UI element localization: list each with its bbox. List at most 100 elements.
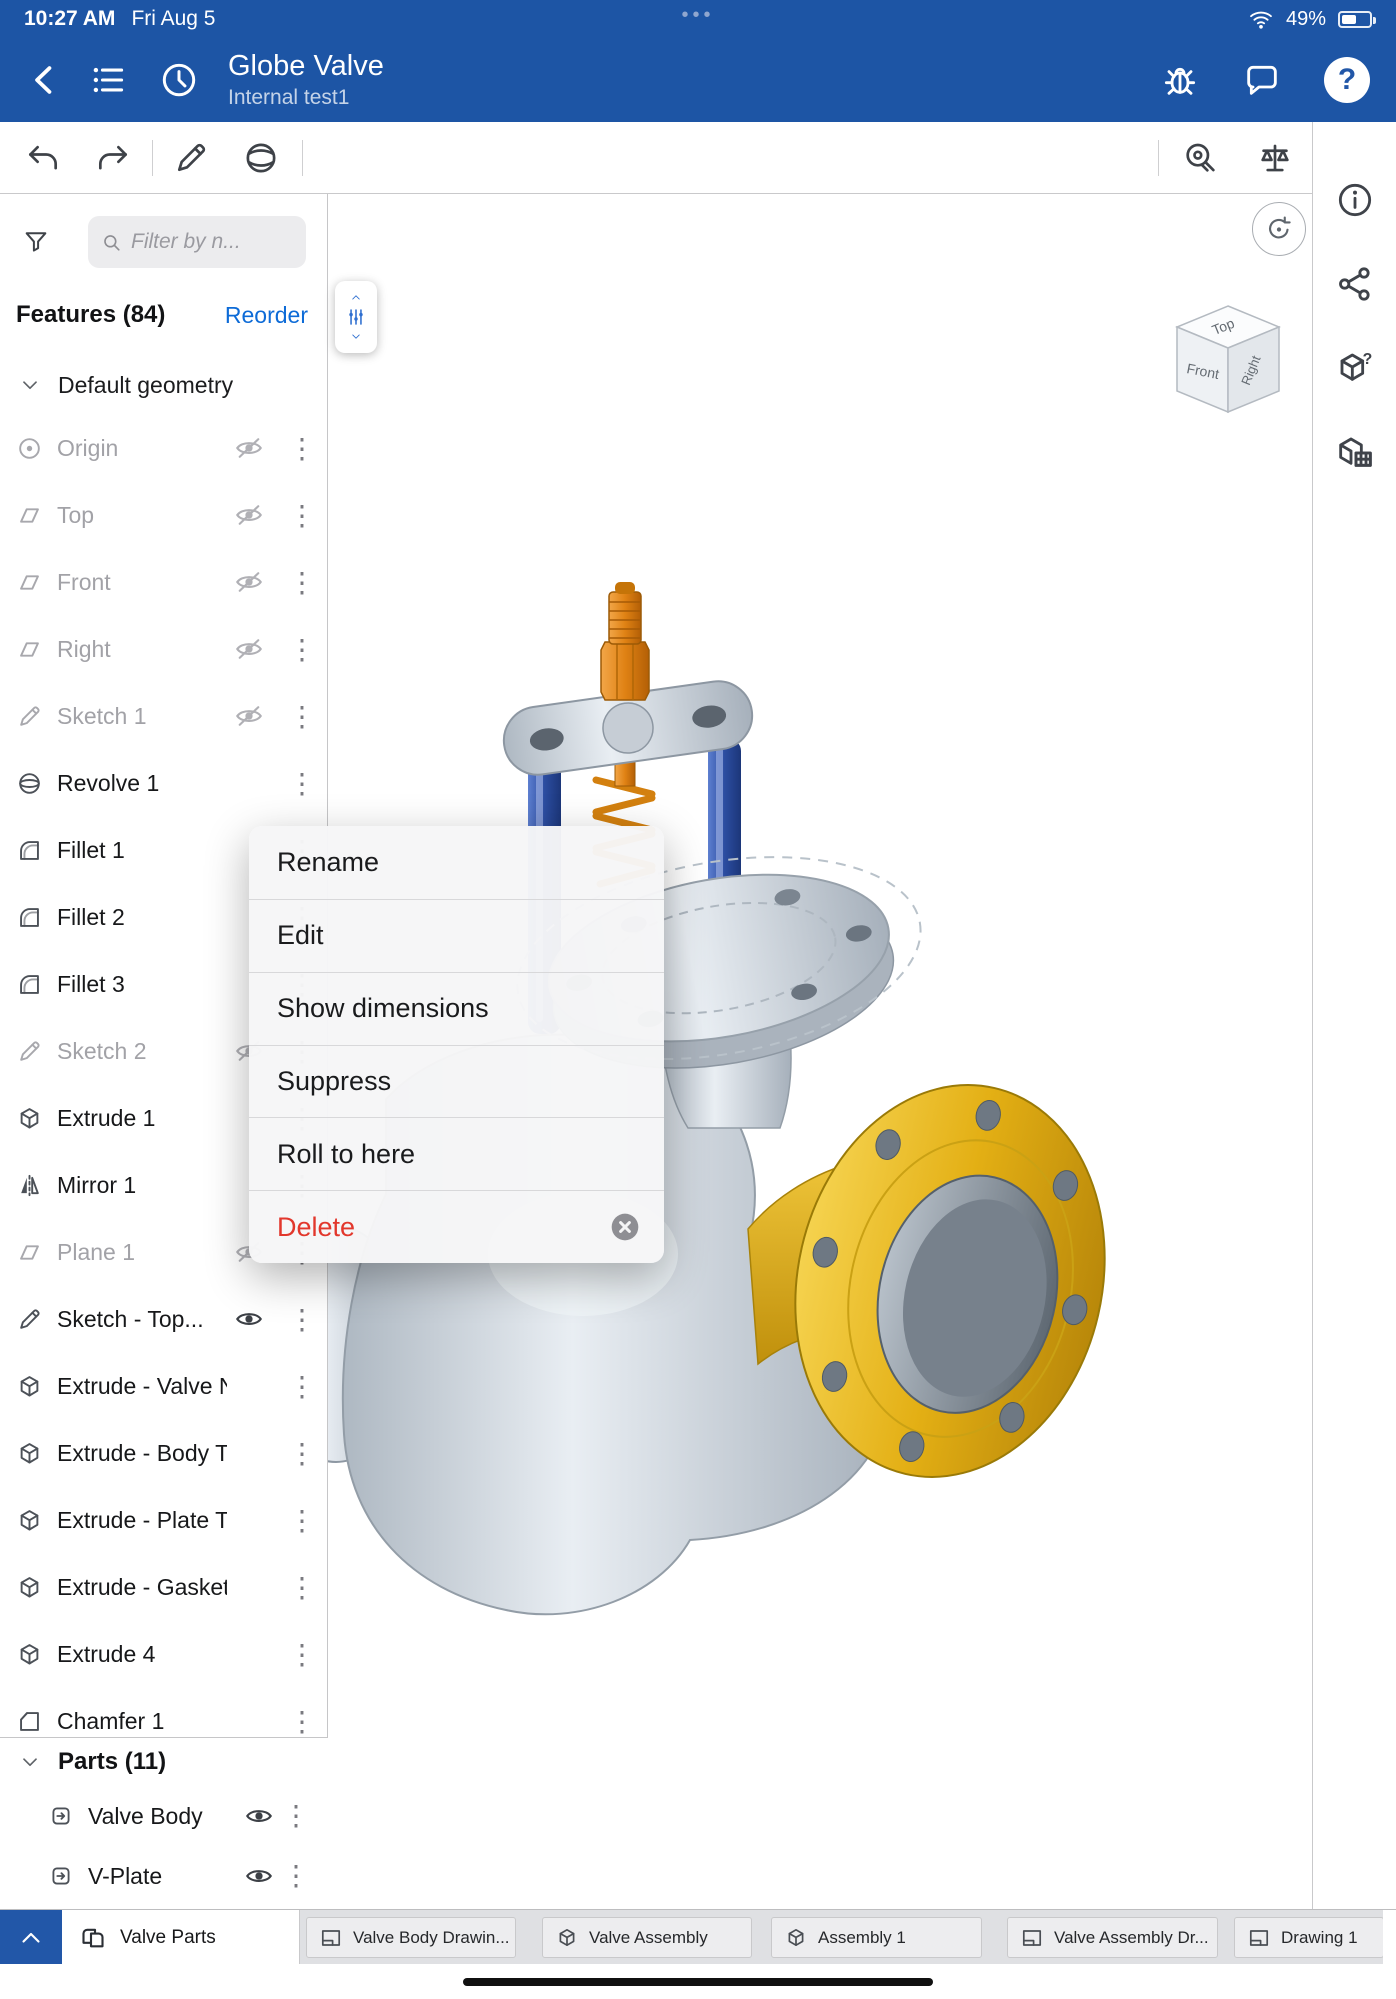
kebab-menu-icon[interactable]: ⋮ [288, 1440, 308, 1468]
view-cube[interactable]: Top Front Right [1163, 300, 1293, 425]
tab-overflow-button[interactable] [0, 1910, 62, 1965]
feature-item-label: Extrude - Valve N... [57, 1373, 227, 1400]
menu-item-edit[interactable]: Edit [249, 899, 664, 972]
kebab-menu-icon[interactable]: ⋮ [288, 569, 308, 597]
feature-item-label: Extrude - Gasket [57, 1574, 227, 1601]
feature-item[interactable]: Extrude - Plate To... ⋮ [0, 1487, 328, 1554]
eye-hidden-icon[interactable] [234, 567, 264, 597]
kebab-menu-icon[interactable]: ⋮ [288, 502, 308, 530]
kebab-menu-icon[interactable]: ⋮ [282, 1802, 302, 1830]
rotate-lock-button[interactable] [1252, 202, 1306, 256]
feature-item[interactable]: Right ⋮ [0, 616, 328, 683]
feature-list-button[interactable] [86, 58, 130, 102]
chevron-down-icon[interactable] [348, 330, 364, 343]
measure-button[interactable] [1182, 139, 1220, 177]
feature-item[interactable]: Revolve 1⋮ [0, 750, 328, 817]
feature-item-label: Extrude - Plate To... [57, 1507, 227, 1534]
help-button[interactable]: ? [1324, 57, 1370, 103]
redo-button[interactable] [94, 139, 132, 177]
part-item[interactable]: Valve Body⋮ [0, 1786, 328, 1846]
menu-item-rename[interactable]: Rename [249, 826, 664, 899]
reorder-link[interactable]: Reorder [225, 302, 308, 329]
report-bug-button[interactable] [1160, 60, 1200, 100]
eye-hidden-icon[interactable] [234, 634, 264, 664]
menu-item-show-dimensions[interactable]: Show dimensions [249, 972, 664, 1045]
chamfer-icon [16, 1708, 43, 1735]
eye-visible-icon[interactable] [244, 1861, 274, 1891]
filter-input[interactable] [131, 230, 294, 254]
part-item[interactable]: V-Plate⋮ [0, 1846, 328, 1906]
resize-slider-icon[interactable] [345, 306, 367, 328]
menu-item-label: Roll to here [277, 1139, 415, 1170]
menu-item-label: Suppress [277, 1066, 391, 1097]
document-tab-label: Assembly 1 [818, 1928, 906, 1948]
sketch-tool-button[interactable] [172, 139, 210, 177]
document-tab[interactable]: Valve Assembly Dr... [1007, 1917, 1218, 1958]
kebab-menu-icon[interactable]: ⋮ [288, 1708, 308, 1736]
share-button[interactable] [1335, 264, 1375, 304]
eye-visible-icon[interactable] [244, 1801, 274, 1831]
home-indicator[interactable] [463, 1978, 933, 1986]
fillet-icon [16, 904, 43, 931]
comments-button[interactable] [1242, 60, 1282, 100]
kebab-menu-icon[interactable]: ⋮ [288, 435, 308, 463]
menu-item-label: Show dimensions [277, 993, 489, 1024]
kebab-menu-icon[interactable]: ⋮ [288, 1574, 308, 1602]
feature-item[interactable]: Origin⋮ [0, 415, 328, 482]
fillet-icon [16, 971, 43, 998]
learn-3d-button[interactable]: ? [1335, 348, 1375, 388]
feature-item-label: Fillet 1 [57, 837, 125, 864]
document-tab[interactable]: Assembly 1 [771, 1917, 982, 1958]
parts-table-button[interactable] [1335, 432, 1375, 472]
kebab-menu-icon[interactable]: ⋮ [282, 1862, 302, 1890]
compare-button[interactable] [1256, 139, 1294, 177]
document-tab[interactable]: Valve Assembly [542, 1917, 752, 1958]
ellipsis-indicator-icon: ••• [0, 4, 1396, 27]
eye-hidden-icon[interactable] [234, 433, 264, 463]
filter-searchbox[interactable] [88, 216, 306, 268]
info-button[interactable] [1335, 180, 1375, 220]
default-geometry-group[interactable]: Default geometry [0, 358, 328, 412]
menu-item-suppress[interactable]: Suppress [249, 1045, 664, 1118]
kebab-menu-icon[interactable]: ⋮ [288, 636, 308, 664]
part-icon [48, 1803, 74, 1829]
filter-icon[interactable] [22, 227, 50, 255]
kebab-menu-icon[interactable]: ⋮ [288, 770, 308, 798]
kebab-menu-icon[interactable]: ⋮ [288, 1373, 308, 1401]
feature-item[interactable]: Chamfer 1⋮ [0, 1688, 328, 1737]
feature-item[interactable]: Extrude - Body To...⋮ [0, 1420, 328, 1487]
parts-header[interactable]: Parts (11) [0, 1738, 328, 1786]
kebab-menu-icon[interactable]: ⋮ [288, 1641, 308, 1669]
menu-item-roll-to-here[interactable]: Roll to here [249, 1117, 664, 1190]
panel-resize-handle[interactable] [335, 281, 377, 353]
document-tab[interactable]: Drawing 1 [1234, 1917, 1384, 1958]
chevron-up-icon[interactable] [348, 291, 364, 304]
chevron-down-icon[interactable] [18, 373, 42, 397]
document-tab[interactable]: Valve Body Drawin... [306, 1917, 516, 1958]
feature-item-label: Front [57, 569, 111, 596]
feature-item-label: Right [57, 636, 111, 663]
feature-item-label: Sketch - Top... [57, 1306, 204, 1333]
version-history-button[interactable] [158, 59, 200, 101]
back-button[interactable] [26, 61, 64, 99]
battery-icon [1338, 11, 1372, 28]
feature-tool-button[interactable] [242, 139, 280, 177]
eye-visible-icon[interactable] [234, 1304, 264, 1334]
feature-item[interactable]: Extrude - Gasket ⋮ [0, 1554, 328, 1621]
menu-item-delete[interactable]: Delete [249, 1190, 664, 1263]
kebab-menu-icon[interactable]: ⋮ [288, 1507, 308, 1535]
eye-hidden-icon[interactable] [234, 701, 264, 731]
eye-hidden-icon[interactable] [234, 500, 264, 530]
kebab-menu-icon[interactable]: ⋮ [288, 1306, 308, 1334]
feature-item[interactable]: Front ⋮ [0, 549, 328, 616]
document-tab-label: Valve Parts [120, 1927, 216, 1949]
kebab-menu-icon[interactable]: ⋮ [288, 703, 308, 731]
feature-item[interactable]: Extrude 4⋮ [0, 1621, 328, 1688]
feature-item[interactable]: Sketch 1⋮ [0, 683, 328, 750]
feature-item[interactable]: Top⋮ [0, 482, 328, 549]
feature-item[interactable]: Extrude - Valve N... ⋮ [0, 1353, 328, 1420]
chevron-down-icon[interactable] [18, 1750, 42, 1774]
undo-button[interactable] [24, 139, 62, 177]
document-tab[interactable]: Valve Parts [62, 1910, 300, 1965]
feature-item[interactable]: Sketch - Top... ⋮ [0, 1286, 328, 1353]
